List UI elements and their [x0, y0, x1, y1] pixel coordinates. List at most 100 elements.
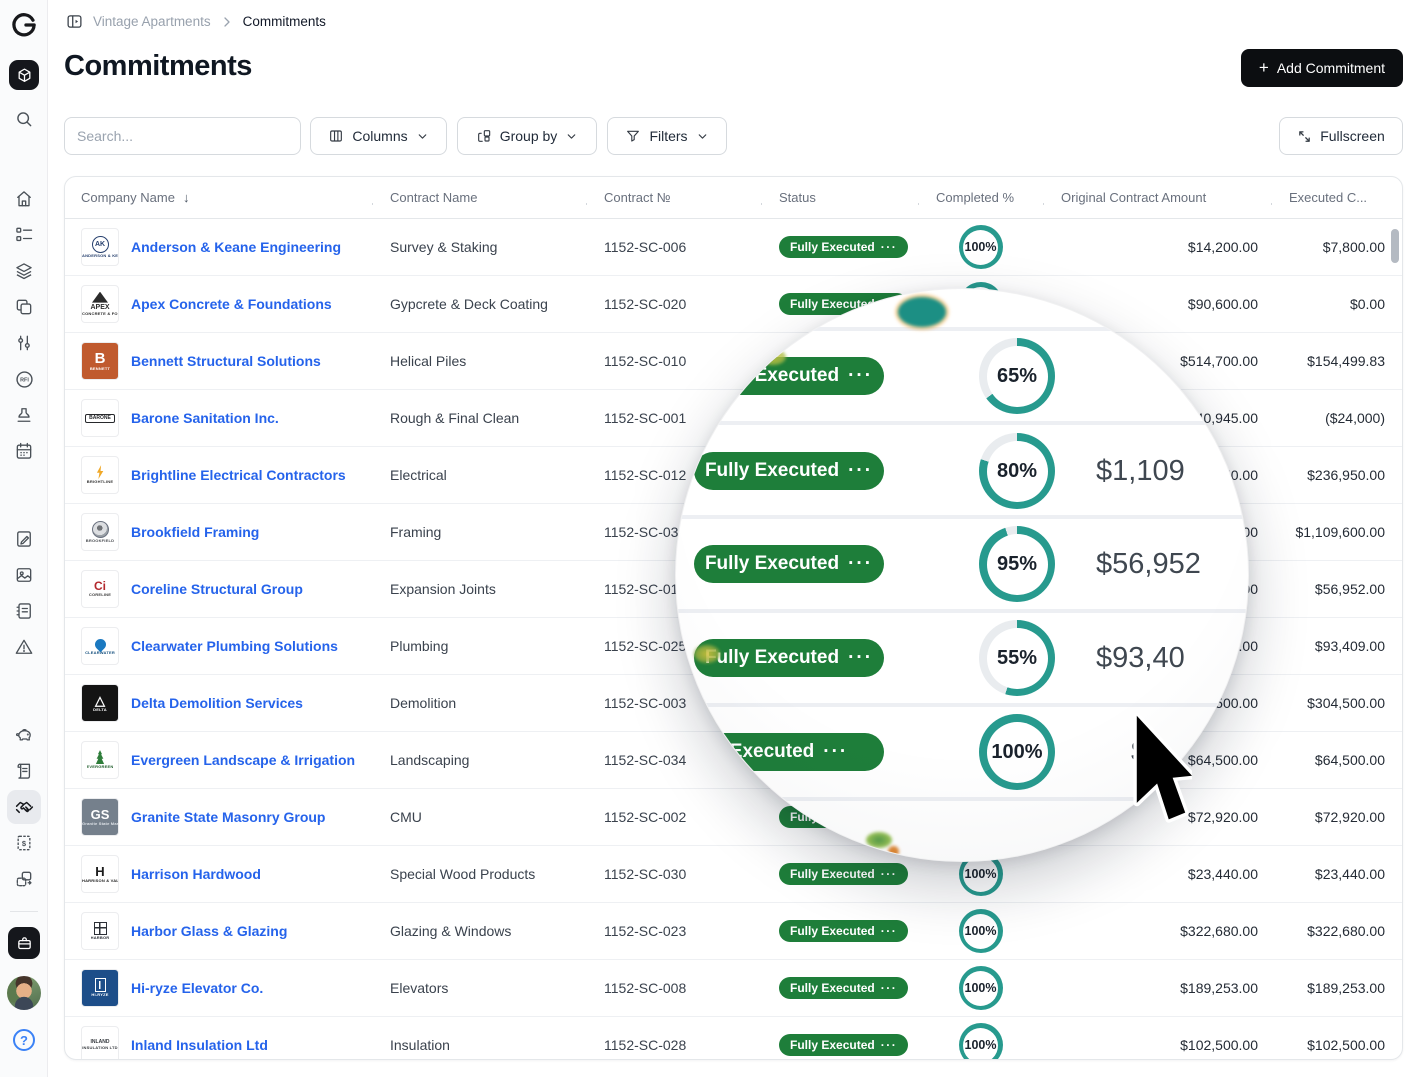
- header-company-name[interactable]: Company Name↓: [65, 190, 372, 205]
- company-logo: HARBOR: [81, 912, 119, 950]
- group-by-button[interactable]: Group by: [457, 117, 597, 155]
- rail-issues[interactable]: [7, 630, 41, 664]
- rail-home[interactable]: [7, 182, 41, 216]
- company-logo: APEX CONCRETE & FOUNDATIONS: [81, 285, 119, 323]
- company-logo: GS Granite State Masonry: [81, 798, 119, 836]
- company-logo: CLEARWATER: [81, 627, 119, 665]
- company-cell: △ DELTA Delta Demolition Services: [65, 684, 372, 722]
- rail-settings-sliders[interactable]: [7, 326, 41, 360]
- header-completed[interactable]: Completed %: [918, 190, 1043, 205]
- company-link[interactable]: Granite State Masonry Group: [131, 809, 325, 825]
- company-cell: INLAND INSULATION LTD Inland Insulation …: [65, 1026, 372, 1060]
- header-contract-number[interactable]: Contract №: [586, 190, 761, 205]
- rail-contracts[interactable]: [7, 754, 41, 788]
- toolbox-button[interactable]: [8, 927, 40, 959]
- table-row[interactable]: AK ANDERSON & KEANE Anderson & Keane Eng…: [65, 219, 1402, 276]
- badge-menu-dots: ···: [881, 924, 898, 938]
- rail-budget[interactable]: [7, 718, 41, 752]
- badge-menu-dots: ···: [881, 867, 898, 881]
- status-badge[interactable]: Fully Executed···: [779, 863, 908, 885]
- user-avatar[interactable]: [7, 976, 41, 1010]
- progress-ring: 100%: [959, 909, 1003, 953]
- header-original-amount[interactable]: Original Contract Amount: [1043, 190, 1271, 205]
- help-button[interactable]: ?: [7, 1023, 41, 1057]
- company-cell: AK ANDERSON & KEANE Anderson & Keane Eng…: [65, 228, 372, 266]
- status-badge[interactable]: Fully Executed···: [779, 1034, 908, 1056]
- header-contract-name[interactable]: Contract Name: [372, 190, 586, 205]
- add-commitment-button[interactable]: + Add Commitment: [1241, 49, 1403, 87]
- rail-photos[interactable]: [7, 558, 41, 592]
- header-executed[interactable]: Executed C...: [1271, 190, 1403, 205]
- rail-invoicing[interactable]: $: [7, 826, 41, 860]
- company-link[interactable]: Barone Sanitation Inc.: [131, 410, 279, 426]
- cube-icon: [16, 67, 33, 84]
- company-link[interactable]: Brightline Electrical Contractors: [131, 467, 346, 483]
- executed-amount-cell: $56,952.00: [1271, 581, 1403, 597]
- rail-tasks[interactable]: [7, 218, 41, 252]
- status-badge[interactable]: Fully Executed···: [779, 977, 908, 999]
- contract-name-cell: Glazing & Windows: [372, 923, 586, 939]
- company-logo: HI-RYZE: [81, 969, 119, 1007]
- table-scrollbar-thumb[interactable]: [1391, 229, 1399, 263]
- breadcrumb-project[interactable]: Vintage Apartments: [93, 14, 211, 29]
- columns-button[interactable]: Columns: [310, 117, 447, 155]
- rail-rfi[interactable]: RFI: [7, 362, 41, 396]
- company-link[interactable]: Bennett Structural Solutions: [131, 353, 321, 369]
- rail-calendar[interactable]: [7, 434, 41, 468]
- search-icon: [14, 109, 34, 129]
- status-cell: Fully Executed···: [761, 977, 918, 999]
- image-icon: [14, 565, 34, 585]
- contract-name-cell: Plumbing: [372, 638, 586, 654]
- company-link[interactable]: Harbor Glass & Glazing: [131, 923, 287, 939]
- company-logo: Ci CORELINE: [81, 570, 119, 608]
- table-row[interactable]: HI-RYZE Hi-ryze Elevator Co. Elevators 1…: [65, 960, 1402, 1017]
- company-link[interactable]: Delta Demolition Services: [131, 695, 303, 711]
- company-link[interactable]: Inland Insulation Ltd: [131, 1037, 268, 1053]
- company-logo: H HARRISON & VALE: [81, 855, 119, 893]
- company-link[interactable]: Coreline Structural Group: [131, 581, 303, 597]
- table-row[interactable]: INLAND INSULATION LTD Inland Insulation …: [65, 1017, 1402, 1060]
- company-link[interactable]: Brookfield Framing: [131, 524, 259, 540]
- company-link[interactable]: Apex Concrete & Foundations: [131, 296, 332, 312]
- rail-doc-edit[interactable]: [7, 522, 41, 556]
- company-link[interactable]: Clearwater Plumbing Solutions: [131, 638, 338, 654]
- company-link[interactable]: Harrison Hardwood: [131, 866, 261, 882]
- badge-menu-dots: ···: [881, 1038, 898, 1052]
- app-logo[interactable]: [7, 8, 41, 42]
- rail-layers[interactable]: [7, 254, 41, 288]
- avatar: [7, 976, 41, 1010]
- rail-stamp[interactable]: [7, 398, 41, 432]
- status-badge[interactable]: Fully Executed···: [779, 236, 908, 258]
- contract-name-cell: Survey & Staking: [372, 239, 586, 255]
- filters-button[interactable]: Filters: [607, 117, 727, 155]
- lens-progress-ring: 95%: [979, 526, 1055, 602]
- executed-amount-cell: $236,950.00: [1271, 467, 1403, 483]
- contract-name-cell: Framing: [372, 524, 586, 540]
- contract-name-cell: Gypcrete & Deck Coating: [372, 296, 586, 312]
- calendar-icon: [14, 441, 34, 461]
- piggy-bank-icon: [14, 725, 35, 746]
- rail-commitments-active[interactable]: [7, 790, 41, 824]
- search-input[interactable]: [64, 117, 301, 155]
- lens-artifact-blob: [694, 645, 720, 663]
- project-cube-button[interactable]: [9, 60, 39, 90]
- warning-triangle-icon: [14, 637, 34, 657]
- company-link[interactable]: Anderson & Keane Engineering: [131, 239, 341, 255]
- status-badge[interactable]: Fully Executed···: [779, 920, 908, 942]
- fullscreen-button[interactable]: Fullscreen: [1279, 117, 1403, 155]
- company-cell: BROOKFIELD Brookfield Framing: [65, 513, 372, 551]
- contract-number-cell: 1152-SC-008: [586, 980, 761, 996]
- company-link[interactable]: Hi-ryze Elevator Co.: [131, 980, 263, 996]
- company-cell: BRIGHTLINE Brightline Electrical Contrac…: [65, 456, 372, 494]
- rail-transfers[interactable]: [7, 862, 41, 896]
- rail-documents[interactable]: [7, 290, 41, 324]
- header-status[interactable]: Status: [761, 190, 918, 205]
- contract-name-cell: Special Wood Products: [372, 866, 586, 882]
- panel-toggle-icon[interactable]: [66, 13, 83, 30]
- rail-search[interactable]: [7, 102, 41, 136]
- rail-specs[interactable]: [7, 594, 41, 628]
- table-row[interactable]: HARBOR Harbor Glass & Glazing Glazing & …: [65, 903, 1402, 960]
- company-logo: INLAND INSULATION LTD: [81, 1026, 119, 1060]
- company-link[interactable]: Evergreen Landscape & Irrigation: [131, 752, 355, 768]
- lens-amount-fragment: $93,40: [1096, 642, 1185, 675]
